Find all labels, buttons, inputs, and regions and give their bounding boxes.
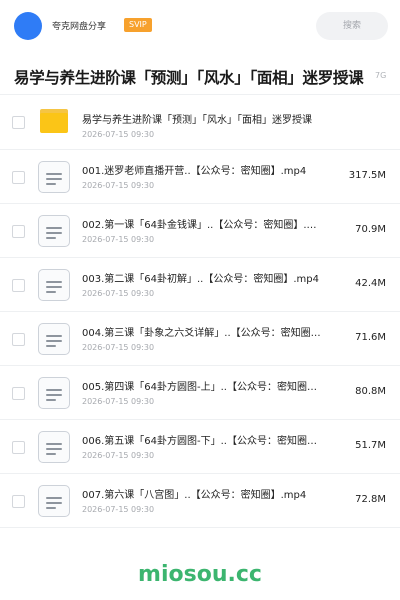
file-name[interactable]: 006.第五课「64卦方圆图-下」..【公众号：密知圈】.mp4 (82, 432, 326, 447)
file-row[interactable]: 003.第二课「64卦初解」..【公众号：密知圈】.mp4 2026-07-15 … (0, 258, 400, 312)
file-name[interactable]: 004.第三课「卦象之六爻详解」..【公众号：密知圈】.mp4 (82, 324, 326, 339)
document-icon (38, 323, 70, 355)
avatar[interactable] (14, 12, 42, 40)
file-date: 2026-07-15 09:30 (82, 235, 155, 244)
row-checkbox[interactable] (12, 171, 25, 184)
file-size: 80.8M (355, 386, 386, 397)
document-icon (38, 431, 70, 463)
search-button[interactable]: 搜索 (316, 12, 388, 40)
document-icon (38, 269, 70, 301)
folder-icon (40, 109, 68, 133)
file-row[interactable]: 004.第三课「卦象之六爻详解」..【公众号：密知圈】.mp4 2026-07-1… (0, 312, 400, 366)
file-size: 71.6M (355, 332, 386, 343)
file-name[interactable]: 002.第一课「64卦金钱课」..【公众号：密知圈】.mp4 (82, 216, 326, 231)
row-checkbox[interactable] (12, 279, 25, 292)
total-size-label: 7G (375, 71, 387, 80)
file-date: 2026-07-15 09:30 (82, 505, 155, 514)
file-row[interactable]: 001.迷罗老师直播开营..【公众号：密知圈】.mp4 2026-07-15 09… (0, 150, 400, 204)
document-icon (38, 377, 70, 409)
row-checkbox[interactable] (12, 441, 25, 454)
file-size: 72.8M (355, 494, 386, 505)
title-row: 易学与养生进阶课「预测」「风水」「面相」迷罗授课 7G (0, 60, 400, 94)
file-date: 2026-07-15 09:30 (82, 397, 155, 406)
document-icon (38, 215, 70, 247)
file-size: 51.7M (355, 440, 386, 451)
file-date: 2026-07-15 09:30 (82, 130, 155, 139)
file-row[interactable]: 005.第四课「64卦方圆图-上」..【公众号：密知圈】.mp4 2026-07-… (0, 366, 400, 420)
file-date: 2026-07-15 09:30 (82, 451, 155, 460)
file-date: 2026-07-15 09:30 (82, 289, 155, 298)
file-row[interactable]: 007.第六课「八宫图」..【公众号：密知圈】.mp4 2026-07-15 09… (0, 474, 400, 528)
file-list: 易学与养生进阶课「预测」「风水」「面相」迷罗授课 2026-07-15 09:30… (0, 95, 400, 528)
share-username: 夸克网盘分享 (52, 22, 107, 32)
svip-badge: SVIP (124, 18, 152, 32)
folder-row[interactable]: 易学与养生进阶课「预测」「风水」「面相」迷罗授课 2026-07-15 09:30 (0, 95, 400, 150)
file-name[interactable]: 003.第二课「64卦初解」..【公众号：密知圈】.mp4 (82, 270, 326, 285)
row-checkbox[interactable] (12, 333, 25, 346)
app-header: 夸克网盘分享 SVIP 搜索 (0, 0, 400, 52)
row-checkbox[interactable] (12, 116, 25, 129)
file-size: 42.4M (355, 278, 386, 289)
file-row[interactable]: 002.第一课「64卦金钱课」..【公众号：密知圈】.mp4 2026-07-15… (0, 204, 400, 258)
file-date: 2026-07-15 09:30 (82, 343, 155, 352)
file-row[interactable]: 006.第五课「64卦方圆图-下」..【公众号：密知圈】.mp4 2026-07-… (0, 420, 400, 474)
row-checkbox[interactable] (12, 225, 25, 238)
document-icon (38, 161, 70, 193)
file-date: 2026-07-15 09:30 (82, 181, 155, 190)
document-icon (38, 485, 70, 517)
row-checkbox[interactable] (12, 387, 25, 400)
file-size: 70.9M (355, 224, 386, 235)
file-name[interactable]: 001.迷罗老师直播开营..【公众号：密知圈】.mp4 (82, 162, 326, 177)
file-size: 317.5M (348, 170, 386, 181)
row-checkbox[interactable] (12, 495, 25, 508)
page-title: 易学与养生进阶课「预测」「风水」「面相」迷罗授课 (14, 69, 364, 87)
file-name[interactable]: 易学与养生进阶课「预测」「风水」「面相」迷罗授课 (82, 111, 382, 126)
file-name[interactable]: 005.第四课「64卦方圆图-上」..【公众号：密知圈】.mp4 (82, 378, 326, 393)
file-name[interactable]: 007.第六课「八宫图」..【公众号：密知圈】.mp4 (82, 486, 326, 501)
watermark: miosou.cc (138, 562, 262, 587)
